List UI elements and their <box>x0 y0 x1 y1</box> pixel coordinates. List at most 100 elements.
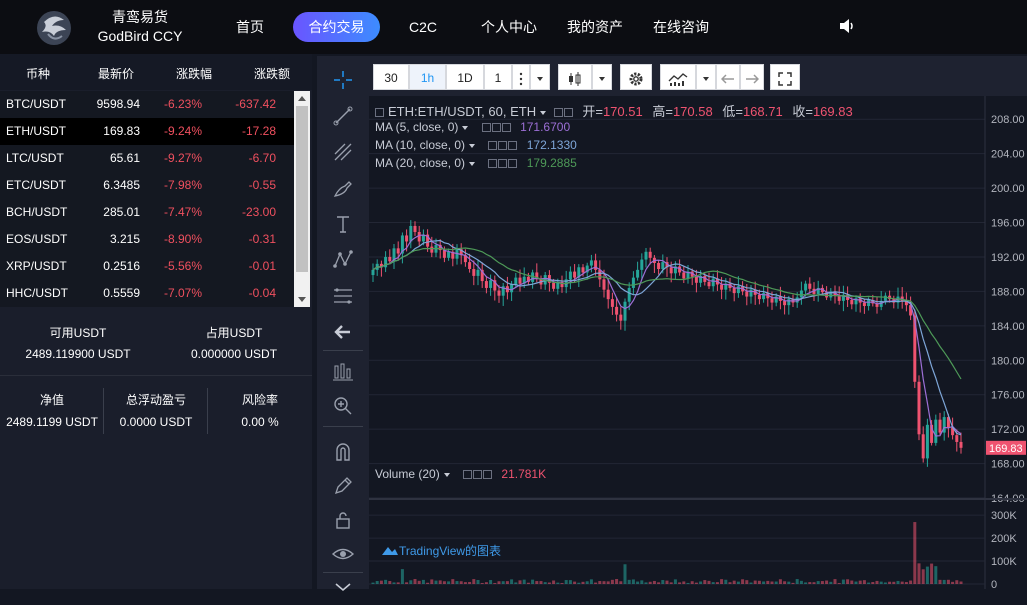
tradingview-watermark[interactable]: TradingView的图表 <box>381 542 501 559</box>
market-row[interactable]: BTC/USDT 9598.94 -6.23% -637.42 <box>0 91 294 118</box>
zoom-in-icon[interactable] <box>331 394 355 418</box>
market-list-scrollbar[interactable] <box>294 91 310 307</box>
eye-icon[interactable] <box>331 542 355 566</box>
candle-body <box>619 314 623 321</box>
sound-icon[interactable] <box>838 17 856 35</box>
interval-multiplier[interactable]: 1 <box>484 64 512 90</box>
market-row[interactable]: LTC/USDT 65.61 -9.27% -6.70 <box>0 145 294 172</box>
more-intervals-icon[interactable] <box>512 64 530 90</box>
indicators-icon[interactable] <box>660 64 696 90</box>
volume-bar <box>594 582 598 584</box>
volume-bar <box>514 582 518 584</box>
row-symbol: BTC/USDT <box>6 97 66 111</box>
ma5-legend[interactable]: MA (5, close, 0) 171.6700 <box>375 120 570 134</box>
chart-style-dropdown-icon[interactable] <box>592 64 612 90</box>
hide-series-icon[interactable] <box>553 108 563 118</box>
interval-dropdown-icon[interactable] <box>530 64 550 90</box>
remove-indicator-icon[interactable] <box>501 123 511 133</box>
row-change-pct: -5.56% <box>163 259 202 273</box>
ohlc-open-value: 170.51 <box>602 104 643 119</box>
redo-icon[interactable] <box>740 64 764 90</box>
settings-gear-icon[interactable] <box>620 64 652 90</box>
hide-indicator-icon[interactable] <box>463 470 473 480</box>
series-settings-icon[interactable] <box>563 108 573 118</box>
brand-name[interactable]: 青鸾易货 GodBird CCY <box>86 8 194 46</box>
nav-home[interactable]: 首页 <box>222 12 278 42</box>
symbol-title: ETH:ETH/USDT, 60, ETH <box>388 104 537 119</box>
text-tool-icon[interactable] <box>331 212 355 236</box>
indicator-settings-icon[interactable] <box>498 141 508 151</box>
chevron-down-icon[interactable] <box>469 143 476 148</box>
interval-30[interactable]: 30 <box>373 64 409 90</box>
market-row[interactable]: BCH/USDT 285.01 -7.47% -23.00 <box>0 199 294 226</box>
remove-indicator-icon[interactable] <box>508 159 518 169</box>
candle-style-icon[interactable] <box>558 64 592 90</box>
pitchfork-icon[interactable] <box>331 140 355 164</box>
scroll-thumb[interactable] <box>296 106 308 272</box>
nav-online-consult[interactable]: 在线咨询 <box>646 12 716 42</box>
chevron-down-icon[interactable] <box>443 472 450 477</box>
market-row[interactable]: EOS/USDT 3.215 -8.90% -0.31 <box>0 226 294 253</box>
indicator-settings-icon[interactable] <box>491 123 501 133</box>
measure-icon[interactable] <box>331 360 355 384</box>
candle-body <box>615 306 619 315</box>
back-arrow-icon[interactable] <box>331 320 355 344</box>
interval-1d[interactable]: 1D <box>446 64 484 90</box>
nav-user-center[interactable]: 个人中心 <box>474 12 544 42</box>
remove-indicator-icon[interactable] <box>508 141 518 151</box>
draw-mode-icon[interactable] <box>331 474 355 498</box>
volume-bar <box>459 581 463 584</box>
chevron-down-icon[interactable] <box>462 125 469 130</box>
hide-indicator-icon[interactable] <box>488 141 498 151</box>
volume-bar <box>858 580 862 584</box>
undo-icon[interactable] <box>716 64 740 90</box>
indicator-settings-icon[interactable] <box>498 159 508 169</box>
lock-icon[interactable] <box>331 508 355 532</box>
row-price: 65.61 <box>109 151 140 165</box>
chart-plot-area[interactable]: 208.00 204.00 200.00 196.00 192.00 188.00 184.… <box>369 96 1027 589</box>
indicators-dropdown-icon[interactable] <box>696 64 716 90</box>
collapse-legend-icon[interactable] <box>375 108 384 118</box>
chevron-down-icon[interactable] <box>469 161 476 166</box>
volume-bar <box>384 579 388 584</box>
volume-bar <box>934 566 938 584</box>
chevron-down-icon[interactable] <box>540 110 547 115</box>
scroll-up-icon[interactable] <box>298 96 306 101</box>
market-row[interactable]: XRP/USDT 0.2516 -5.56% -0.01 <box>0 253 294 280</box>
volume-bar <box>711 582 715 584</box>
volume-legend[interactable]: Volume (20) 21.781K <box>375 467 546 481</box>
hide-indicator-icon[interactable] <box>488 159 498 169</box>
volume-bar <box>766 580 770 584</box>
candle-body <box>598 269 602 280</box>
fib-icon[interactable] <box>331 284 355 308</box>
pattern-icon[interactable] <box>331 248 355 272</box>
volume-bar <box>661 580 665 584</box>
fullscreen-icon[interactable] <box>770 64 800 90</box>
trend-line-icon[interactable] <box>331 104 355 128</box>
indicator-settings-icon[interactable] <box>473 470 483 480</box>
nav-my-assets[interactable]: 我的资产 <box>560 12 630 42</box>
hide-indicator-icon[interactable] <box>481 123 491 133</box>
nav-contract-trading[interactable]: 合约交易 <box>293 12 380 42</box>
ma20-legend[interactable]: MA (20, close, 0) 179.2885 <box>375 156 577 170</box>
volume-bar <box>774 581 778 584</box>
header-symbol: 币种 <box>26 67 51 81</box>
symbol-legend[interactable]: ETH:ETH/USDT, 60, ETH 开=170.51 高=170.58 … <box>375 101 853 120</box>
remove-indicator-icon[interactable] <box>483 470 493 480</box>
godbird-logo-icon[interactable] <box>34 8 74 48</box>
tool-divider <box>323 426 363 427</box>
ma10-legend[interactable]: MA (10, close, 0) 172.1330 <box>375 138 577 152</box>
volume-bar <box>854 581 858 584</box>
interval-1h[interactable]: 1h <box>409 64 446 90</box>
market-row[interactable]: ETH/USDT 169.83 -9.24% -17.28 <box>0 118 294 145</box>
brush-icon[interactable] <box>331 176 355 200</box>
chevron-down-icon[interactable] <box>331 576 355 600</box>
magnet-icon[interactable] <box>331 440 355 464</box>
market-row[interactable]: ETC/USDT 6.3485 -7.98% -0.55 <box>0 172 294 199</box>
nav-c2c[interactable]: C2C <box>398 12 448 42</box>
candle-body <box>606 289 610 300</box>
scroll-down-icon[interactable] <box>298 297 306 302</box>
crosshair-icon[interactable] <box>331 68 355 92</box>
market-row[interactable]: HHC/USDT 0.5559 -7.07% -0.04 <box>0 280 294 307</box>
volume-bar <box>946 579 950 584</box>
